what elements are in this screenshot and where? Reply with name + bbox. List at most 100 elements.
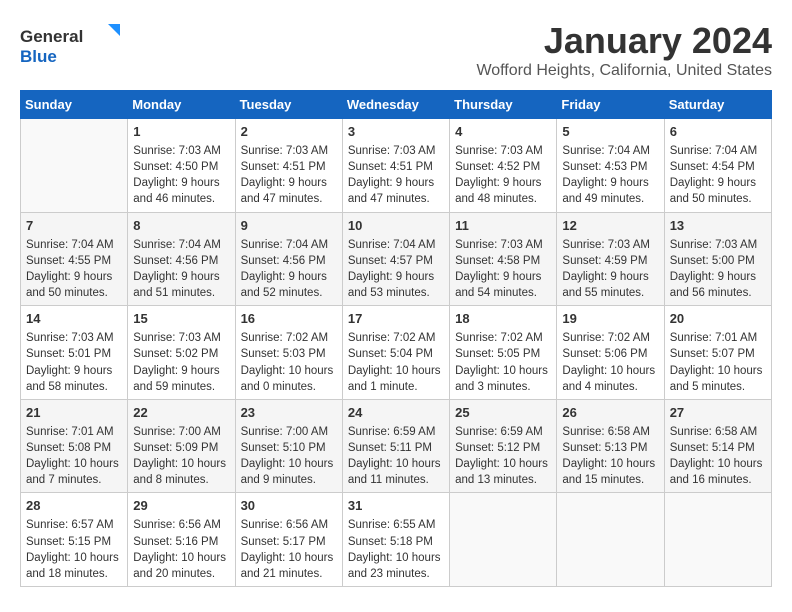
sub-title: Wofford Heights, California, United Stat… (476, 62, 772, 80)
day-info-line: Sunset: 5:17 PM (241, 534, 337, 550)
day-info-line: and 5 minutes. (670, 379, 766, 395)
day-info-line: Daylight: 10 hours (241, 363, 337, 379)
day-info-line: Daylight: 10 hours (26, 456, 122, 472)
calendar-cell: 30Sunrise: 6:56 AMSunset: 5:17 PMDayligh… (235, 493, 342, 587)
day-info-line: Sunset: 5:04 PM (348, 346, 444, 362)
day-info-line: Sunset: 5:07 PM (670, 346, 766, 362)
day-info-line: Daylight: 10 hours (26, 550, 122, 566)
calendar-cell: 14Sunrise: 7:03 AMSunset: 5:01 PMDayligh… (21, 306, 128, 400)
page-container: General Blue January 2024 Wofford Height… (20, 20, 772, 587)
day-info-line: Sunset: 4:52 PM (455, 159, 551, 175)
day-number: 30 (241, 497, 337, 515)
header-tuesday: Tuesday (235, 91, 342, 119)
main-title: January 2024 (476, 20, 772, 62)
calendar-cell: 6Sunrise: 7:04 AMSunset: 4:54 PMDaylight… (664, 119, 771, 213)
day-info-line: Sunset: 5:09 PM (133, 440, 229, 456)
day-info-line: Sunrise: 7:03 AM (455, 237, 551, 253)
calendar-cell: 17Sunrise: 7:02 AMSunset: 5:04 PMDayligh… (342, 306, 449, 400)
day-info-line: and 46 minutes. (133, 191, 229, 207)
day-info-line: Sunset: 5:08 PM (26, 440, 122, 456)
calendar-cell: 19Sunrise: 7:02 AMSunset: 5:06 PMDayligh… (557, 306, 664, 400)
day-number: 10 (348, 217, 444, 235)
day-number: 5 (562, 123, 658, 141)
day-number: 1 (133, 123, 229, 141)
day-info-line: Daylight: 10 hours (348, 550, 444, 566)
calendar-cell: 4Sunrise: 7:03 AMSunset: 4:52 PMDaylight… (450, 119, 557, 213)
calendar-cell (21, 119, 128, 213)
day-info-line: Daylight: 10 hours (562, 363, 658, 379)
day-info-line: Daylight: 10 hours (562, 456, 658, 472)
day-info-line: Daylight: 9 hours (562, 175, 658, 191)
day-number: 19 (562, 310, 658, 328)
day-number: 28 (26, 497, 122, 515)
day-number: 26 (562, 404, 658, 422)
header-sunday: Sunday (21, 91, 128, 119)
calendar-cell: 29Sunrise: 6:56 AMSunset: 5:16 PMDayligh… (128, 493, 235, 587)
day-info-line: Daylight: 10 hours (241, 550, 337, 566)
calendar-week-row: 14 Sunrise: 7:03 AMSunset: 5:01 PM Dayligh… (21, 306, 772, 400)
day-info-line: and 11 minutes. (348, 472, 444, 488)
day-info-line: Daylight: 10 hours (133, 456, 229, 472)
calendar-cell (664, 493, 771, 587)
day-info-line: Sunrise: 6:59 AM (348, 424, 444, 440)
day-number: 31 (348, 497, 444, 515)
day-info-line: Sunrise: 7:03 AM (348, 143, 444, 159)
calendar-cell: 11Sunrise: 7:03 AMSunset: 4:58 PMDayligh… (450, 212, 557, 306)
day-info-line: Sunrise: 7:00 AM (133, 424, 229, 440)
day-info-line: and 54 minutes. (455, 285, 551, 301)
day-info-line: Sunset: 4:57 PM (348, 253, 444, 269)
day-info-line: and 0 minutes. (241, 379, 337, 395)
day-info-line: Daylight: 10 hours (348, 456, 444, 472)
calendar-week-row: 1Sunrise: 7:03 AMSunset: 4:50 PMDaylight… (21, 119, 772, 213)
calendar-cell: 28Sunrise: 6:57 AMSunset: 5:15 PMDayligh… (21, 493, 128, 587)
day-info-line: Sunrise: 7:03 AM (26, 330, 122, 346)
calendar-cell: 21Sunrise: 7:01 AMSunset: 5:08 PMDayligh… (21, 399, 128, 493)
calendar-cell: 31Sunrise: 6:55 AMSunset: 5:18 PMDayligh… (342, 493, 449, 587)
day-info-line: Daylight: 10 hours (455, 363, 551, 379)
day-info-line: and 55 minutes. (562, 285, 658, 301)
day-info-line: and 15 minutes. (562, 472, 658, 488)
calendar-cell: 12Sunrise: 7:03 AMSunset: 4:59 PMDayligh… (557, 212, 664, 306)
day-info-line: Sunrise: 7:04 AM (670, 143, 766, 159)
day-info-line: Sunset: 5:18 PM (348, 534, 444, 550)
day-info-line: Sunrise: 7:02 AM (455, 330, 551, 346)
header-saturday: Saturday (664, 91, 771, 119)
day-info-line: Sunset: 5:12 PM (455, 440, 551, 456)
calendar-cell: 3Sunrise: 7:03 AMSunset: 4:51 PMDaylight… (342, 119, 449, 213)
day-number: 21 (26, 404, 122, 422)
day-info-line: Sunrise: 7:00 AM (241, 424, 337, 440)
day-info-line: Daylight: 9 hours (562, 269, 658, 285)
day-info-line: Daylight: 9 hours (455, 175, 551, 191)
day-info-line: and 4 minutes. (562, 379, 658, 395)
day-info-line: Daylight: 10 hours (241, 456, 337, 472)
day-info-line: Daylight: 9 hours (348, 269, 444, 285)
day-number: 4 (455, 123, 551, 141)
day-info-line: Sunset: 4:51 PM (348, 159, 444, 175)
day-number: 14 (26, 310, 122, 328)
day-info-line: Sunset: 5:01 PM (26, 346, 122, 362)
day-number: 9 (241, 217, 337, 235)
calendar-week-row: 21Sunrise: 7:01 AMSunset: 5:08 PMDayligh… (21, 399, 772, 493)
calendar-cell: 25Sunrise: 6:59 AMSunset: 5:12 PMDayligh… (450, 399, 557, 493)
day-info-line: Daylight: 10 hours (670, 363, 766, 379)
day-info-line: Sunrise: 7:03 AM (562, 237, 658, 253)
calendar-header-row: Sunday Monday Tuesday Wednesday Thursday… (21, 91, 772, 119)
header: General Blue January 2024 Wofford Height… (20, 20, 772, 80)
header-monday: Monday (128, 91, 235, 119)
day-info-line: Sunrise: 7:03 AM (241, 143, 337, 159)
day-info-line: and 21 minutes. (241, 566, 337, 582)
day-number: 8 (133, 217, 229, 235)
calendar-cell (557, 493, 664, 587)
day-info-line: Sunset: 4:59 PM (562, 253, 658, 269)
day-info-line: Sunset: 5:02 PM (133, 346, 229, 362)
day-number: 15 (133, 310, 229, 328)
day-info-line: Daylight: 10 hours (455, 456, 551, 472)
calendar-cell: 27Sunrise: 6:58 AMSunset: 5:14 PMDayligh… (664, 399, 771, 493)
day-info-line: and 3 minutes. (455, 379, 551, 395)
day-info-line: Sunset: 5:14 PM (670, 440, 766, 456)
calendar-cell: 1Sunrise: 7:03 AMSunset: 4:50 PMDaylight… (128, 119, 235, 213)
day-number: 27 (670, 404, 766, 422)
calendar-cell: 5Sunrise: 7:04 AMSunset: 4:53 PMDaylight… (557, 119, 664, 213)
svg-text:Blue: Blue (20, 47, 57, 66)
day-info-line: Sunrise: 7:04 AM (348, 237, 444, 253)
